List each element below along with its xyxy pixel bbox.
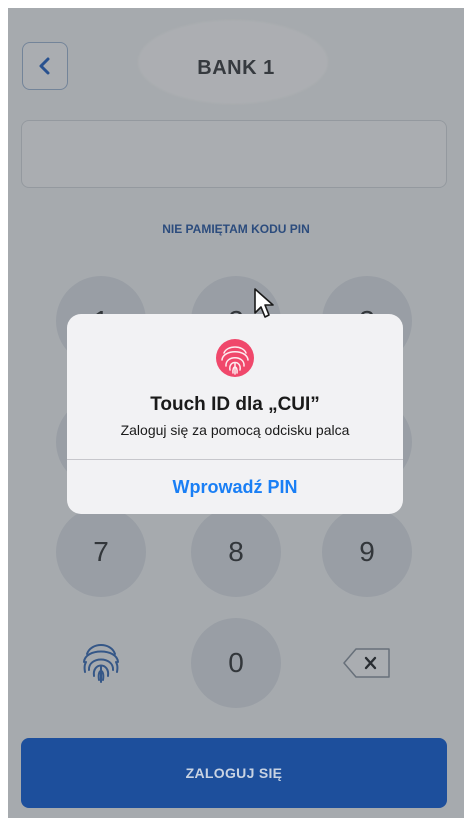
login-button[interactable]: ZALOGUJ SIĘ: [21, 738, 447, 808]
app-screen: BANK 1 NIE PAMIĘTAM KODU PIN 1 2 3 4 5 6…: [8, 8, 464, 818]
enter-pin-button[interactable]: Wprowadź PIN: [67, 460, 403, 514]
dialog-subtitle: Zaloguj się za pomocą odcisku palca: [120, 422, 350, 438]
touch-id-dialog: Touch ID dla „CUI” Zaloguj się za pomocą…: [67, 314, 403, 514]
login-button-label: ZALOGUJ SIĘ: [185, 765, 283, 781]
dialog-title: Touch ID dla „CUI”: [150, 394, 320, 415]
fingerprint-icon: [215, 338, 255, 378]
mouse-cursor-icon: [253, 287, 277, 321]
